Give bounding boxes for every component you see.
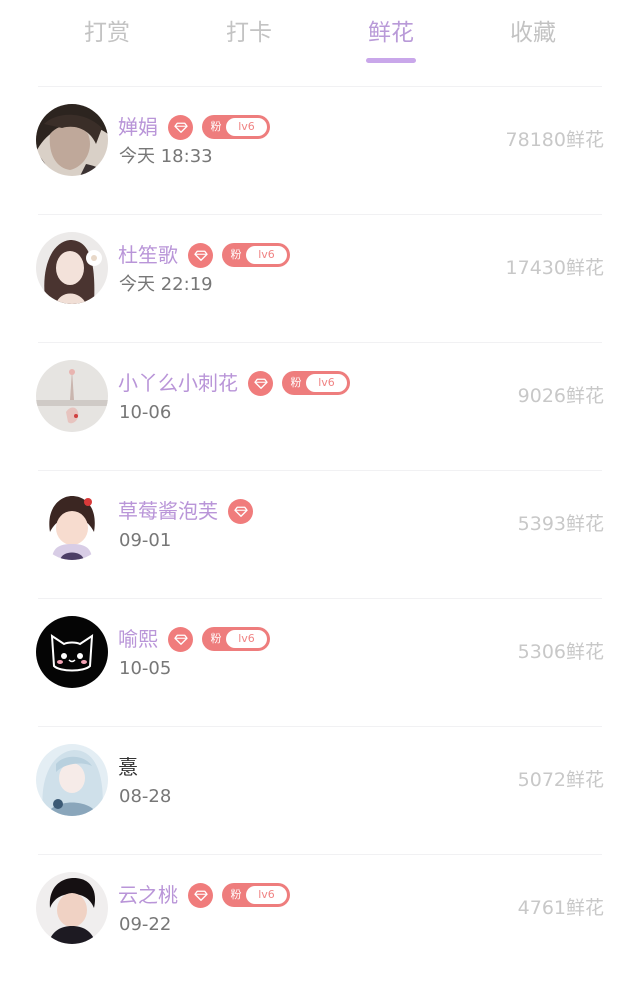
diamond-icon [168,114,193,140]
fan-level-badge: 粉 lv6 [202,627,270,651]
user-name[interactable]: 小丫么小刺花 [118,368,238,398]
user-name[interactable]: 杜笙歌 [118,240,178,270]
tab-reward[interactable]: 打赏 [47,16,167,50]
fan-level: lv6 [318,376,335,389]
avatar[interactable] [36,872,108,944]
user-name[interactable]: 憙 [118,752,138,782]
fan-level-badge: 粉 lv6 [202,115,270,139]
diamond-icon [188,882,213,908]
timestamp: 今天 18:33 [119,146,213,167]
list-item[interactable]: 婵娟 粉 lv6 今天 18:33 78180鲜花 [0,86,640,214]
list-item[interactable]: 憙 08-28 5072鲜花 [0,726,640,854]
diamond-icon [168,626,193,652]
flower-count: 17430鲜花 [505,257,604,279]
timestamp: 10-06 [119,402,172,423]
flower-count: 5393鲜花 [517,513,604,535]
flower-count: 5072鲜花 [517,769,604,791]
avatar[interactable] [36,616,108,688]
avatar[interactable] [36,104,108,176]
flower-count: 5306鲜花 [517,641,604,663]
user-name[interactable]: 婵娟 [118,112,158,142]
avatar[interactable] [36,360,108,432]
fan-label: 粉 [230,888,242,901]
timestamp: 09-22 [119,914,172,935]
diamond-icon [188,242,213,268]
timestamp: 今天 22:19 [119,274,213,295]
user-name[interactable]: 草莓酱泡芙 [118,496,218,526]
user-name[interactable]: 云之桃 [118,880,178,910]
timestamp: 08-28 [119,786,172,807]
avatar[interactable] [36,232,108,304]
list-item[interactable]: 小丫么小刺花 粉 lv6 10-06 9026鲜花 [0,342,640,470]
flower-count: 78180鲜花 [505,129,604,151]
fan-level-badge: 粉 lv6 [222,243,290,267]
fan-label: 粉 [210,632,222,645]
list-item[interactable]: 喻熙 粉 lv6 10-05 5306鲜花 [0,598,640,726]
avatar[interactable] [36,744,108,816]
list-item[interactable]: 云之桃 粉 lv6 09-22 4761鲜花 [0,854,640,982]
flower-ranking-list: 婵娟 粉 lv6 今天 18:33 78180鲜花 杜笙歌 粉 lv6 今天 2… [0,86,640,982]
timestamp: 09-01 [119,530,172,551]
diamond-icon [248,370,273,396]
user-name[interactable]: 喻熙 [118,624,158,654]
flower-count: 9026鲜花 [517,385,604,407]
list-item[interactable]: 草莓酱泡芙 09-01 5393鲜花 [0,470,640,598]
fan-level: lv6 [258,248,275,261]
diamond-icon [228,498,253,524]
tab-checkin[interactable]: 打卡 [189,16,309,50]
fan-label: 粉 [230,248,242,261]
flower-count: 4761鲜花 [517,897,604,919]
fan-label: 粉 [290,376,302,389]
fan-level-badge: 粉 lv6 [282,371,350,395]
tab-favorites[interactable]: 收藏 [473,16,593,50]
tab-bar: 打赏 打卡 鲜花 收藏 [0,0,640,72]
timestamp: 10-05 [119,658,172,679]
active-tab-indicator [366,58,416,63]
fan-level-badge: 粉 lv6 [222,883,290,907]
fan-level: lv6 [238,120,255,133]
avatar[interactable] [36,488,108,560]
fan-level: lv6 [238,632,255,645]
fan-level: lv6 [258,888,275,901]
tab-flowers[interactable]: 鲜花 [331,16,451,50]
fan-label: 粉 [210,120,222,133]
list-item[interactable]: 杜笙歌 粉 lv6 今天 22:19 17430鲜花 [0,214,640,342]
